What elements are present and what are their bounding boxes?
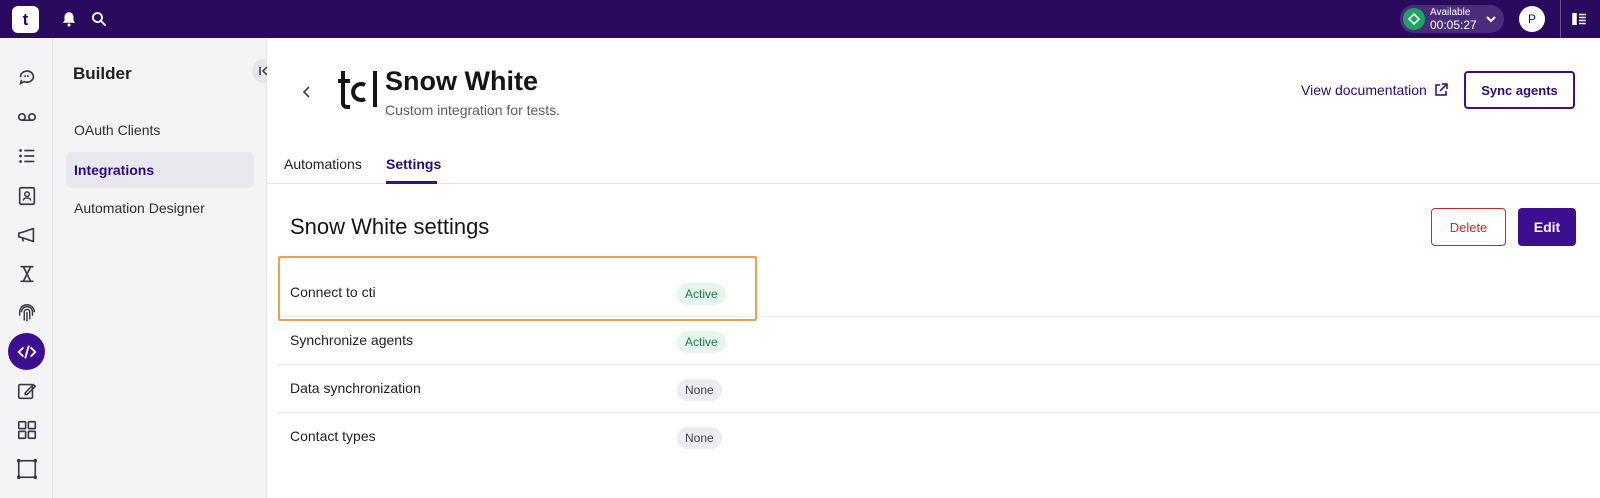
delete-button[interactable]: Delete xyxy=(1431,208,1506,246)
sidebar-item-oauth-clients[interactable]: OAuth Clients xyxy=(66,112,254,148)
chevron-down-icon[interactable] xyxy=(1485,13,1497,25)
integration-logo-icon xyxy=(338,71,377,109)
rail-item-queues[interactable] xyxy=(8,137,45,174)
side-panel-icon[interactable] xyxy=(1570,10,1588,28)
rail-item-apps[interactable] xyxy=(8,411,45,448)
rail-item-builder[interactable] xyxy=(8,333,45,370)
setting-row-synchronize-agents: Synchronize agents Active xyxy=(277,317,1600,365)
status-badge: Active xyxy=(677,331,726,353)
status-indicator-icon xyxy=(1403,8,1425,30)
user-initial: P xyxy=(1527,12,1536,26)
flow-icon xyxy=(20,265,33,282)
setting-label: Contact types xyxy=(290,428,376,444)
external-link-icon xyxy=(1435,83,1448,96)
topbar-divider xyxy=(1560,0,1561,38)
rail-item-voicemail[interactable] xyxy=(8,98,45,135)
app-logo[interactable]: t xyxy=(12,6,39,33)
icon-rail xyxy=(0,38,53,498)
sidebar-item-integrations[interactable]: Integrations xyxy=(66,152,254,188)
rail-item-flows[interactable] xyxy=(8,255,45,292)
status-badge: None xyxy=(677,427,722,449)
tab-bar: Automations Settings xyxy=(267,142,1600,184)
setting-label: Data synchronization xyxy=(290,380,421,396)
main-content: Snow White Custom integration for tests.… xyxy=(267,38,1600,498)
search-icon[interactable] xyxy=(90,10,108,28)
setting-label: Synchronize agents xyxy=(290,332,413,348)
settings-section-title: Snow White settings xyxy=(290,214,490,239)
frame-icon xyxy=(16,458,37,479)
chat-icon xyxy=(18,69,34,85)
page-title: Snow White xyxy=(385,66,538,96)
setting-row-data-synchronization: Data synchronization None xyxy=(277,365,1600,413)
tab-settings[interactable]: Settings xyxy=(386,156,441,172)
setting-row-contact-types: Contact types None xyxy=(277,413,1600,461)
setting-row-connect-to-cti: Connect to cti Active xyxy=(277,269,1600,317)
status-badge: Active xyxy=(677,283,726,305)
fingerprint-icon xyxy=(18,303,35,321)
rail-item-frame[interactable] xyxy=(8,450,45,487)
bell-icon[interactable] xyxy=(60,10,78,28)
page-subtitle: Custom integration for tests. xyxy=(385,102,561,118)
voicemail-icon xyxy=(17,112,36,121)
active-tab-indicator xyxy=(386,181,437,184)
rail-item-identity[interactable] xyxy=(8,294,45,331)
availability-status[interactable]: Available 00:05:27 xyxy=(1400,5,1504,33)
edit-button[interactable]: Edit xyxy=(1518,208,1576,246)
list-numbered-icon xyxy=(18,148,34,163)
top-bar: t Available 00:05:27 P xyxy=(0,0,1600,38)
contacts-book-icon xyxy=(18,186,35,205)
edit-icon xyxy=(17,383,36,399)
app-logo-text: t xyxy=(22,9,29,29)
grid-icon xyxy=(17,420,36,439)
sidebar-item-automation-designer[interactable]: Automation Designer xyxy=(66,190,254,226)
rail-item-campaigns[interactable] xyxy=(8,216,45,253)
view-documentation-label: View documentation xyxy=(1301,82,1427,98)
builder-sidebar: Builder OAuth Clients Integrations Autom… xyxy=(53,38,276,498)
user-avatar[interactable]: P xyxy=(1519,6,1545,32)
code-icon xyxy=(16,344,37,359)
back-arrow-icon[interactable] xyxy=(300,85,314,99)
status-badge: None xyxy=(677,379,722,401)
rail-item-notes[interactable] xyxy=(8,372,45,409)
view-documentation-link[interactable]: View documentation xyxy=(1301,82,1449,98)
sidebar-title: Builder xyxy=(73,64,132,83)
tab-automations[interactable]: Automations xyxy=(284,156,362,172)
rail-item-contacts[interactable] xyxy=(8,177,45,214)
setting-label: Connect to cti xyxy=(290,284,376,300)
rail-item-conversations[interactable] xyxy=(8,58,45,95)
sync-agents-button[interactable]: Sync agents xyxy=(1464,71,1575,109)
status-timer: 00:05:27 xyxy=(1430,18,1477,32)
megaphone-icon xyxy=(17,227,34,242)
